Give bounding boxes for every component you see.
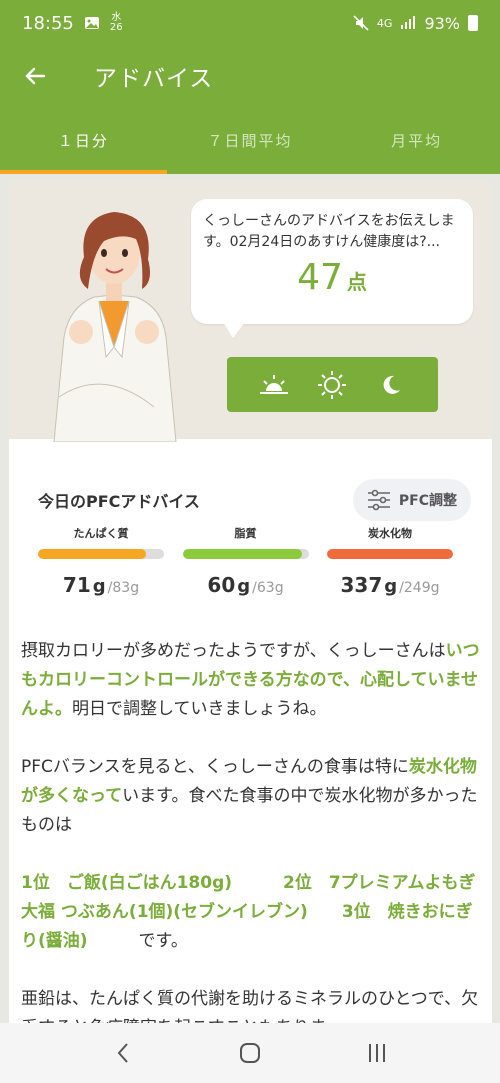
mute-icon <box>353 15 369 31</box>
advice-hero: くっしーさんのアドバイスをお伝えします。02月24日のあすけん健康度は?... … <box>9 182 492 442</box>
nutrient-value-row: 60 g/63g <box>183 573 309 597</box>
nutrient-carbs: 炭水化物 337 g/249g <box>327 525 453 597</box>
advice-paragraph-calorie: 摂取カロリーが多めだったようですが、くっしーさんはいつもカロリーコントロールがで… <box>21 641 480 719</box>
pfc-adjust-button[interactable]: PFC調整 <box>352 479 471 521</box>
nutrient-label: 炭水化物 <box>368 527 412 540</box>
page-title: アドバイス <box>94 66 214 92</box>
nutrient-progress-bar <box>38 549 164 559</box>
pfc-adjust-label: PFC調整 <box>398 493 457 509</box>
nutrient-protein: たんぱく質 71 g/83g <box>38 525 164 597</box>
gallery-icon <box>84 17 99 29</box>
home-nav-icon[interactable] <box>220 1033 280 1073</box>
nutrient-unit: g <box>384 576 398 597</box>
advice-paragraph-pfc: PFCバランスを見ると、くっしーさんの食事は特に炭水化物が多くなっています。食べ… <box>21 757 478 835</box>
system-nav-bar <box>0 1023 500 1083</box>
health-score-value: 47 <box>297 257 343 298</box>
nutrient-fat: 脂質 60 g/63g <box>182 525 309 597</box>
nutrient-progress-fill <box>182 549 303 559</box>
nutrient-target: /63g <box>252 580 284 596</box>
nutrient-target: /249g <box>399 580 440 596</box>
nutrient-progress-fill <box>38 549 147 559</box>
nutrient-label: 脂質 <box>234 527 257 540</box>
pfc-section: 今日のPFCアドバイス PFC調整 たんぱく質 71 g/83g 脂質 60 g/6… <box>9 465 492 597</box>
advisor-character-illustration <box>53 212 177 442</box>
status-bar: 18:55 水 26 4G 93% <box>0 0 500 46</box>
nutrient-unit: g <box>92 576 106 597</box>
network-type: 4G <box>376 16 393 30</box>
nutrient-label: たんぱく質 <box>73 527 129 540</box>
period-tabs: １日分 ７日間平均 月平均 <box>0 106 500 174</box>
advice-speech-bubble: くっしーさんのアドバイスをお伝えします。02月24日のあすけん健康度は?... … <box>191 199 473 338</box>
nutrient-progress-bar <box>327 549 453 559</box>
bubble-tail <box>223 322 245 338</box>
advice-card: くっしーさんのアドバイスをお伝えします。02月24日のあすけん健康度は?... … <box>9 182 492 1032</box>
advice-paragraph-ranking: 1位 ご飯(白ごはん180g) 2位 7プレミアムよもぎ大福 つぶあん(1個)(… <box>21 873 476 951</box>
health-score: 47 点 <box>203 257 461 298</box>
battery-percent: 93% <box>424 13 460 33</box>
back-button[interactable] <box>0 46 70 106</box>
advice-intro-text: くっしーさんのアドバイスをお伝えします。02月24日のあすけん健康度は?... <box>203 213 455 250</box>
tab-seven-day-average[interactable]: ７日間平均 <box>167 106 334 174</box>
tab-monthly-average[interactable]: 月平均 <box>333 106 500 174</box>
nutrient-progress-bar <box>182 549 309 559</box>
health-score-unit: 点 <box>346 270 367 294</box>
recents-nav-icon[interactable] <box>347 1033 407 1073</box>
nutrient-value-row: 71 g/83g <box>38 573 164 597</box>
back-nav-icon[interactable] <box>93 1033 153 1073</box>
app-bar: アドバイス <box>0 46 500 106</box>
sunrise-icon[interactable] <box>256 367 292 403</box>
pfc-title: 今日のPFCアドバイス <box>38 492 200 511</box>
nutrient-value-row: 337 g/249g <box>327 573 453 597</box>
nutrient-value: 71 <box>62 573 91 597</box>
arrow-left-icon <box>25 67 46 85</box>
battery-icon <box>468 15 478 31</box>
sliders-icon <box>367 489 390 511</box>
nutrient-progress-fill <box>327 549 453 559</box>
tab-one-day[interactable]: １日分 <box>0 106 167 174</box>
nutrient-value: 337 <box>340 573 383 597</box>
signal-icon <box>401 16 416 29</box>
meal-time-switch <box>227 357 438 412</box>
status-date: 水 26 <box>109 12 123 33</box>
nutrient-target: /83g <box>107 580 140 596</box>
status-time: 18:55 <box>22 12 74 34</box>
nutrient-unit: g <box>237 576 251 597</box>
sun-icon[interactable] <box>314 367 350 403</box>
moon-icon[interactable] <box>373 367 409 403</box>
nutrient-value: 60 <box>207 573 236 597</box>
nutrient-summary: たんぱく質 71 g/83g 脂質 60 g/63g 炭水化物 337 g/249g <box>38 525 463 597</box>
advice-text-body: 摂取カロリーが多めだったようですが、くっしーさんはいつもカロリーコントロールがで… <box>9 637 492 1032</box>
